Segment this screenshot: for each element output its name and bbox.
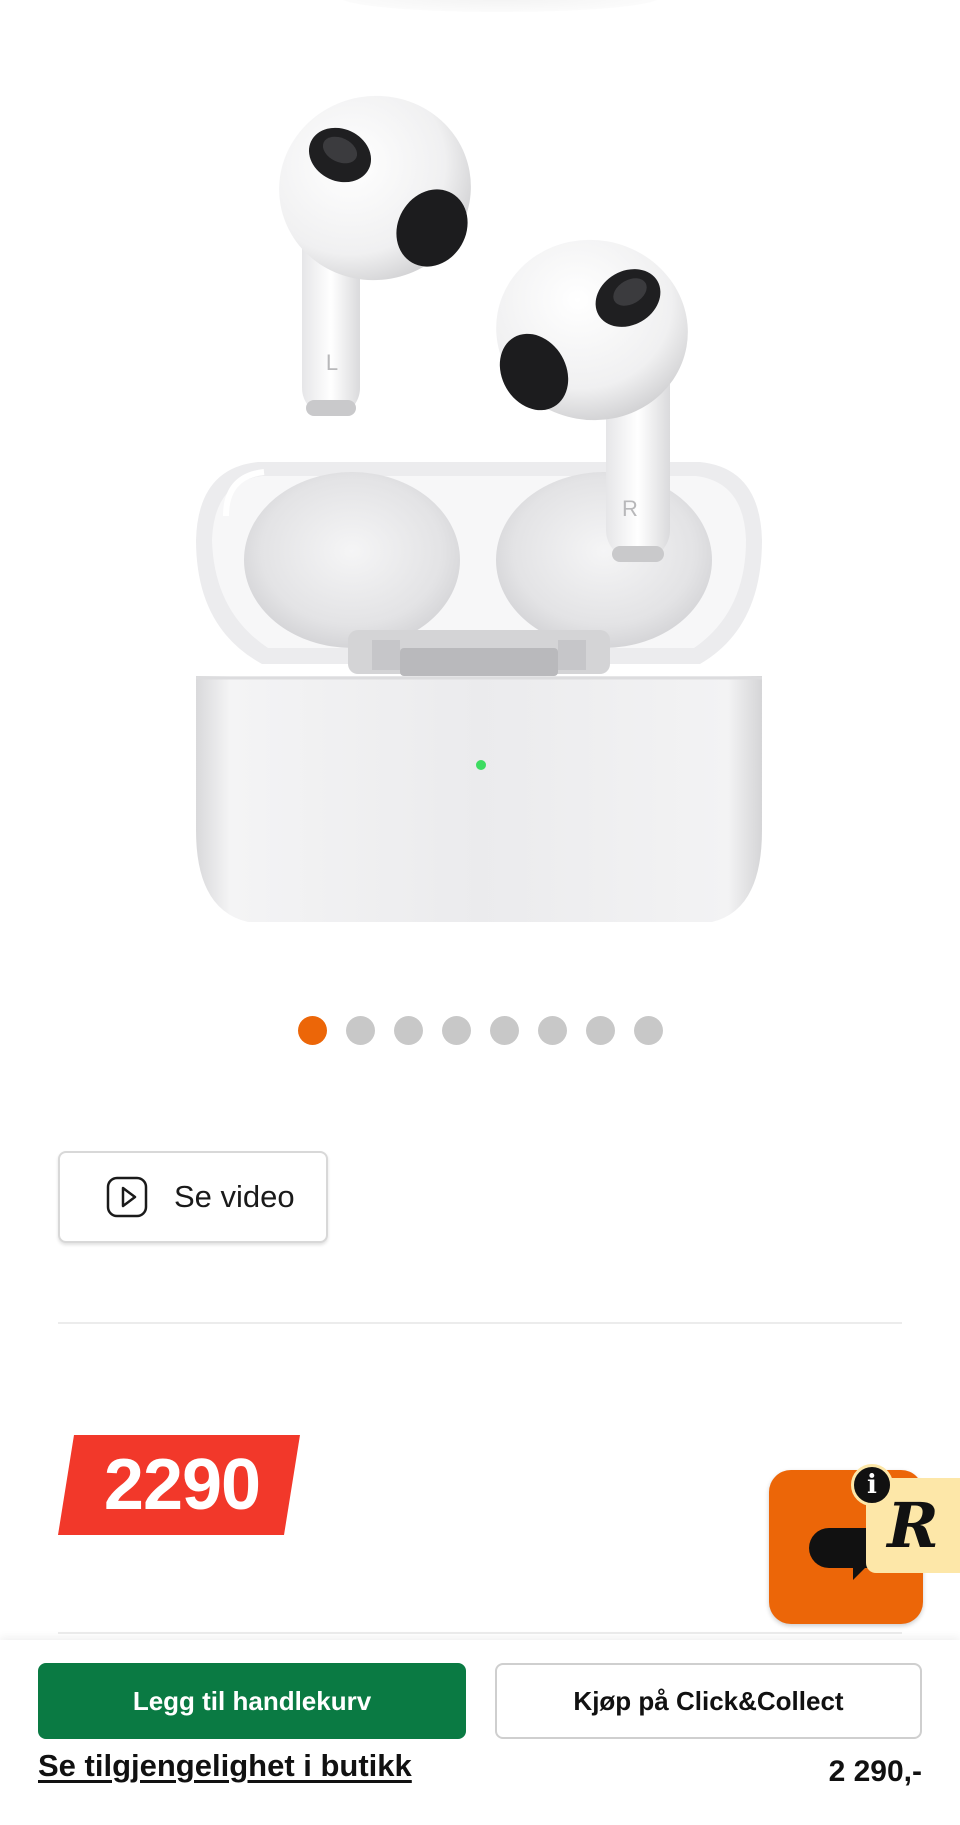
carousel-dot[interactable]: [633, 1016, 663, 1045]
divider: [58, 1632, 902, 1634]
add-to-cart-button[interactable]: Legg til handlekurv: [38, 1663, 466, 1739]
click-and-collect-button[interactable]: Kjøp på Click&Collect: [495, 1663, 922, 1739]
play-icon: [106, 1176, 148, 1218]
carousel-dots: [0, 1016, 960, 1046]
carousel-dot[interactable]: [297, 1016, 327, 1045]
carousel-dot[interactable]: [441, 1016, 471, 1045]
carousel-dot[interactable]: [489, 1016, 519, 1045]
divider: [58, 1322, 902, 1324]
store-availability-link[interactable]: Se tilgjengelighet i butikk: [38, 1748, 412, 1784]
svg-text:L: L: [326, 350, 338, 375]
carousel-dot[interactable]: [585, 1016, 615, 1045]
carousel-dot[interactable]: [345, 1016, 375, 1045]
price-badge: 2290: [58, 1435, 300, 1535]
carousel-dot[interactable]: [537, 1016, 567, 1045]
footer-price: 2 290,-: [828, 1755, 922, 1788]
video-button-label: Se video: [174, 1179, 295, 1214]
svg-text:R: R: [622, 496, 638, 521]
carousel-dot[interactable]: [393, 1016, 423, 1045]
product-image[interactable]: L R: [150, 0, 810, 960]
video-button[interactable]: Se video: [58, 1151, 328, 1243]
info-icon[interactable]: i: [851, 1464, 893, 1506]
price-badge-value: 2290: [103, 1445, 261, 1525]
